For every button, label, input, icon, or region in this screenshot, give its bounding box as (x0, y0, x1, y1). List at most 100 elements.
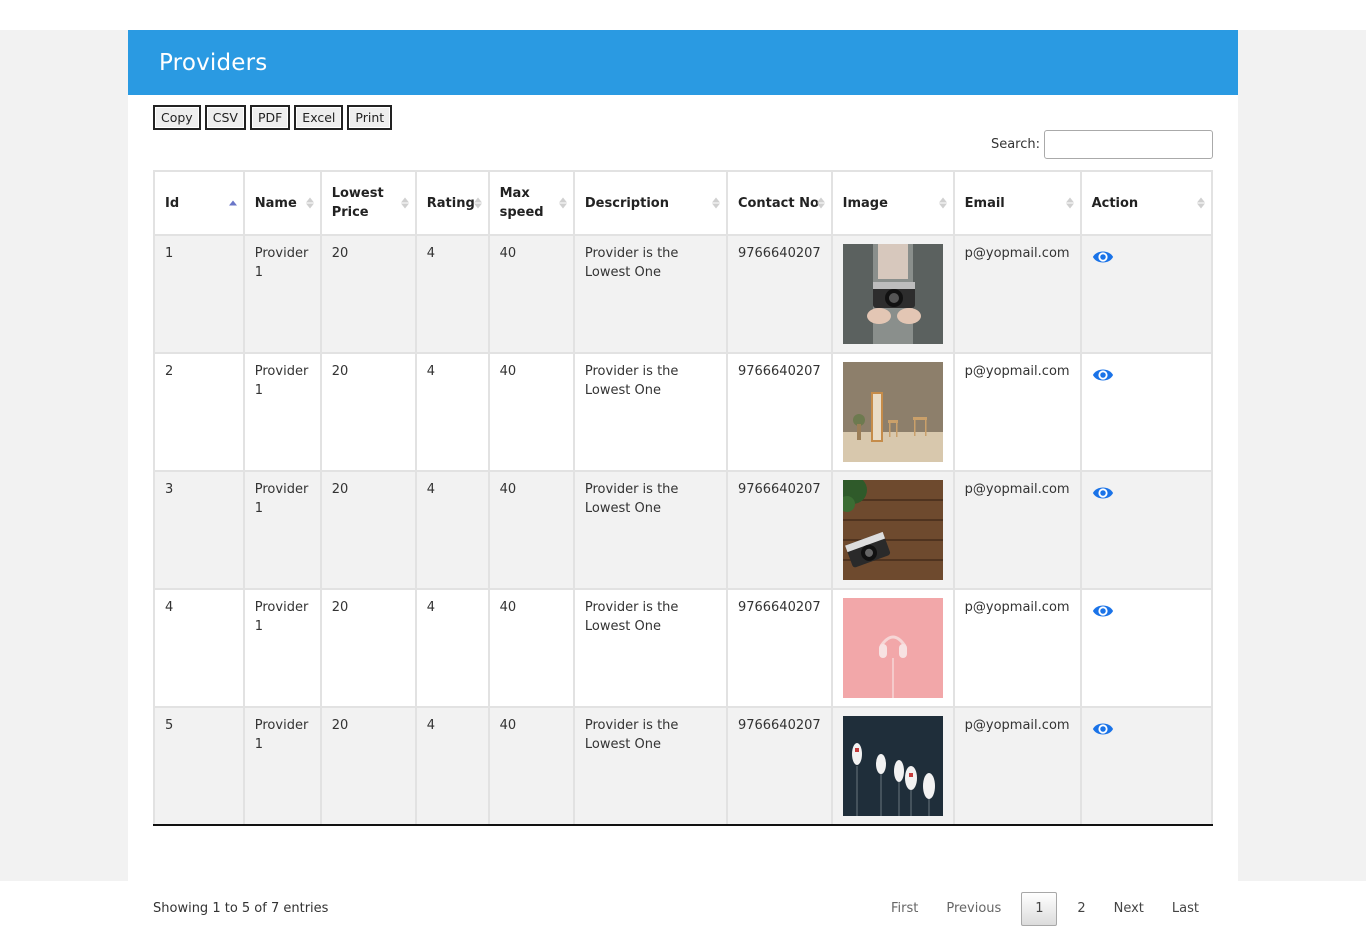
room-with-mirror-and-stools-image (842, 362, 943, 462)
page-next-button[interactable]: Next (1100, 892, 1158, 926)
page-last-button[interactable]: Last (1158, 892, 1213, 926)
cell-image (830, 706, 955, 826)
cell-name: Provider 1 (242, 588, 322, 708)
search-input[interactable] (1044, 130, 1213, 159)
cell-image (830, 588, 955, 708)
cell-rating: 4 (414, 352, 490, 472)
header-row: Id Name Lowest Price Rating Max speed De… (153, 170, 1214, 236)
cell-name: Provider 1 (242, 470, 322, 590)
cell-email: p@yopmail.com (952, 470, 1082, 590)
search-label: Search: (990, 137, 1040, 152)
cell-email: p@yopmail.com (952, 588, 1082, 708)
boats-aerial-view-image (842, 716, 943, 816)
eye-icon[interactable] (1092, 364, 1114, 392)
pagination: First Previous 1 2 Next Last (877, 892, 1213, 926)
sort-icon (1197, 197, 1205, 209)
table-row: 2 Provider 1 20 4 40 Provider is the Lowest O… (153, 352, 1214, 472)
eye-icon[interactable] (1092, 246, 1114, 274)
providers-table: Id Name Lowest Price Rating Max speed De… (153, 170, 1214, 826)
column-header-rating[interactable]: Rating (414, 170, 490, 236)
cell-image (830, 234, 955, 354)
cell-max-speed: 40 (487, 706, 575, 826)
cell-image (830, 470, 955, 590)
sort-icon (1065, 197, 1074, 209)
camera-held-in-hands-image (842, 244, 943, 344)
table-row: 3 Provider 1 20 4 40 Provider is the Lowest O… (153, 470, 1214, 590)
eye-icon[interactable] (1092, 600, 1114, 628)
export-toolbar: Copy CSV PDF Excel Print (153, 105, 393, 130)
cell-name: Provider 1 (242, 352, 322, 472)
headphones-on-pink-image (842, 598, 943, 698)
cell-contact-no: 9766640207 (725, 588, 833, 708)
eye-icon[interactable] (1092, 482, 1114, 510)
providers-card: Providers Copy CSV PDF Excel Print Searc… (128, 30, 1238, 926)
column-header-id[interactable]: Id (153, 170, 245, 236)
cell-description: Provider is the Lowest One (572, 470, 728, 590)
cell-max-speed: 40 (487, 470, 575, 590)
cell-max-speed: 40 (487, 588, 575, 708)
column-header-lowest-price[interactable]: Lowest Price (319, 170, 417, 236)
page-previous-button[interactable]: Previous (932, 892, 1015, 926)
cell-lowest-price: 20 (319, 234, 417, 354)
column-header-contact-no[interactable]: Contact No (725, 170, 833, 236)
page-1-button[interactable]: 1 (1021, 892, 1058, 926)
table-row: 1 Provider 1 20 4 40 Provider is the Lowest O… (153, 234, 1214, 354)
cell-lowest-price: 20 (319, 352, 417, 472)
cell-max-speed: 40 (487, 234, 575, 354)
cell-rating: 4 (414, 470, 490, 590)
cell-id: 5 (153, 706, 245, 826)
csv-button[interactable]: CSV (204, 105, 246, 130)
cell-name: Provider 1 (242, 706, 322, 826)
cell-description: Provider is the Lowest One (572, 234, 728, 354)
column-header-image[interactable]: Image (830, 170, 955, 236)
cell-contact-no: 9766640207 (725, 470, 833, 590)
sort-icon (558, 197, 567, 209)
column-header-email[interactable]: Email (952, 170, 1082, 236)
cell-name: Provider 1 (242, 234, 322, 354)
cell-description: Provider is the Lowest One (572, 352, 728, 472)
page-title: Providers (159, 49, 268, 76)
eye-icon[interactable] (1092, 718, 1114, 746)
cell-email: p@yopmail.com (952, 706, 1082, 826)
table-row: 4 Provider 1 20 4 40 Provider is the Lowest O… (153, 588, 1214, 708)
cell-rating: 4 (414, 706, 490, 826)
column-header-description[interactable]: Description (572, 170, 728, 236)
page-2-button[interactable]: 2 (1063, 892, 1099, 926)
sort-asc-icon (228, 200, 237, 206)
cell-id: 1 (153, 234, 245, 354)
cell-contact-no: 9766640207 (725, 352, 833, 472)
sort-icon (305, 197, 314, 209)
cell-image (830, 352, 955, 472)
cell-lowest-price: 20 (319, 470, 417, 590)
card-header: Providers (128, 30, 1238, 95)
column-header-max-speed[interactable]: Max speed (487, 170, 575, 236)
cell-description: Provider is the Lowest One (572, 588, 728, 708)
cell-action (1079, 706, 1214, 826)
cell-lowest-price: 20 (319, 706, 417, 826)
cell-email: p@yopmail.com (952, 234, 1082, 354)
camera-on-wooden-table-image (842, 480, 943, 580)
cell-rating: 4 (414, 234, 490, 354)
cell-email: p@yopmail.com (952, 352, 1082, 472)
cell-action (1079, 470, 1214, 590)
cell-contact-no: 9766640207 (725, 706, 833, 826)
column-header-action[interactable]: Action (1079, 170, 1214, 236)
cell-max-speed: 40 (487, 352, 575, 472)
cell-id: 3 (153, 470, 245, 590)
search-box: Search: (991, 130, 1213, 159)
pdf-button[interactable]: PDF (249, 105, 291, 130)
sort-icon (473, 197, 482, 209)
cell-action (1079, 352, 1214, 472)
cell-contact-no: 9766640207 (725, 234, 833, 354)
cell-action (1079, 588, 1214, 708)
cell-description: Provider is the Lowest One (572, 706, 728, 826)
column-header-name[interactable]: Name (242, 170, 322, 236)
print-button[interactable]: Print (347, 105, 393, 130)
sort-icon (400, 197, 409, 209)
cell-action (1079, 234, 1214, 354)
copy-button[interactable]: Copy (153, 105, 201, 130)
page-first-button[interactable]: First (877, 892, 932, 926)
cell-lowest-price: 20 (319, 588, 417, 708)
excel-button[interactable]: Excel (294, 105, 344, 130)
sort-icon (816, 197, 825, 209)
